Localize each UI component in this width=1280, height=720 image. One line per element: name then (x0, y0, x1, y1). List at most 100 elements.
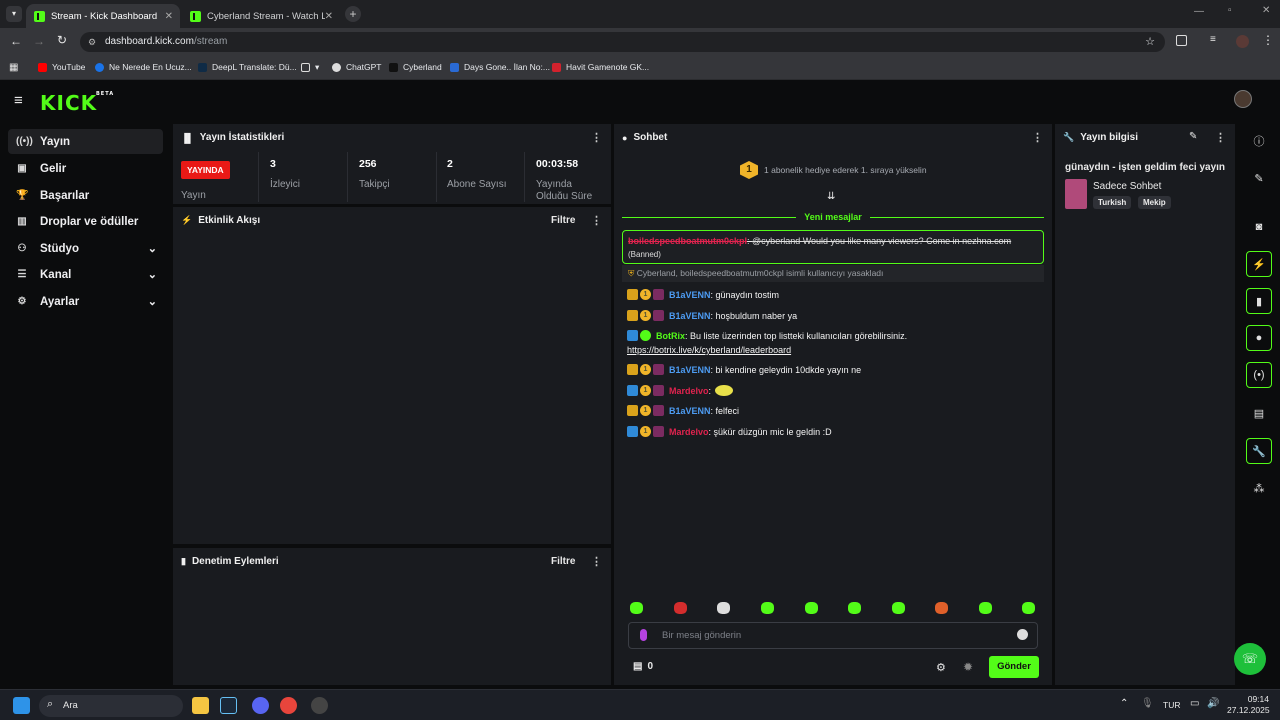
points-display[interactable]: ▤ 0 (633, 661, 653, 672)
emote-icon[interactable] (1022, 602, 1035, 614)
emote-icon[interactable] (979, 602, 992, 614)
menu-icon[interactable]: ⋮ (1262, 33, 1274, 47)
hamburger-menu-icon[interactable]: ≡ (14, 92, 23, 109)
wrench-icon[interactable]: 🔧 (1246, 438, 1272, 464)
category-thumbnail[interactable] (1065, 179, 1087, 209)
close-icon[interactable]: ✕ (165, 11, 173, 22)
stream-info-menu-icon[interactable]: ⋮ (1215, 131, 1226, 144)
media-icon[interactable]: ≡ (1210, 34, 1216, 45)
language-indicator[interactable]: TUR (1163, 700, 1180, 710)
bookmark-folder[interactable]: ▾ (301, 62, 319, 73)
back-icon[interactable]: ← (10, 34, 22, 48)
activity-title: ⚡ Etkinlik Akışı (181, 215, 261, 226)
tab-cyberland-stream[interactable]: Cyberland Stream - Watch Live ✕ (182, 4, 340, 28)
gift-banner[interactable]: 1 1 abonelik hediye ederek 1. sıraya yük… (740, 161, 927, 179)
url-field[interactable]: ⚙ dashboard.kick.com/stream ☆ (80, 32, 1165, 52)
maximize-icon[interactable]: ▫ (1228, 5, 1232, 16)
user-avatar[interactable] (1234, 90, 1252, 108)
bookmark-chatgpt[interactable]: ChatGPT (332, 62, 381, 72)
sub-icon (653, 426, 664, 437)
site-info-icon[interactable]: ⚙ (88, 32, 96, 52)
sidebar-item-yayin[interactable]: ((•)) Yayın (8, 129, 163, 154)
minimize-icon[interactable]: — (1194, 6, 1204, 17)
chat-mod-icon[interactable]: ✹ (963, 660, 973, 674)
windows-start-icon[interactable] (13, 697, 30, 714)
new-tab-button[interactable]: + (345, 6, 361, 22)
sidebar-item-gelir[interactable]: ▣ Gelir (8, 156, 163, 181)
sidebar-item-droplar[interactable]: ▥ Droplar ve ödüller (8, 209, 163, 234)
moderation-filter-button[interactable]: Filtre (551, 556, 575, 567)
emote-icon[interactable] (935, 602, 948, 614)
emoji-icon[interactable] (1017, 629, 1028, 640)
info-icon[interactable]: ⓘ (1246, 128, 1272, 154)
activity-menu-icon[interactable]: ⋮ (591, 214, 602, 227)
emote-icon[interactable] (717, 602, 730, 614)
emote-icon[interactable] (805, 602, 818, 614)
camera-icon[interactable]: ◙ (1246, 214, 1272, 240)
bookmark-days-gone[interactable]: Days Gone.. İlan No:... (450, 62, 550, 72)
bookmark-deepl[interactable]: DeepL Translate: Dü... (198, 62, 297, 72)
tab-search-button[interactable]: ▾ (6, 6, 22, 22)
apps-grid-icon[interactable]: ▦ (9, 62, 18, 73)
send-button[interactable]: Gönder (989, 656, 1039, 678)
moderation-icon[interactable]: ▤ (1246, 400, 1272, 426)
window-close-icon[interactable]: ✕ (1262, 5, 1270, 16)
tag-mekip[interactable]: Mekip (1138, 196, 1171, 209)
volume-icon[interactable]: 🔊 (1207, 698, 1219, 709)
tray-chevron-icon[interactable]: ⌃ (1120, 698, 1128, 709)
stats-menu-icon[interactable]: ⋮ (591, 131, 602, 144)
layout-icon[interactable]: ⁂ (1246, 475, 1272, 501)
emote-icon[interactable] (761, 602, 774, 614)
chat-input[interactable]: Bir mesaj gönderin (628, 622, 1038, 649)
microphone-icon[interactable] (640, 629, 647, 641)
kick-logo[interactable]: KICK BETA (40, 91, 113, 115)
bookmark-youtube[interactable]: YouTube (38, 62, 85, 72)
sidebar-item-kanal[interactable]: ☰ Kanal ⌄ (8, 262, 163, 287)
profile-avatar[interactable] (1236, 35, 1249, 48)
leaderboard-link[interactable]: https://botrix.live/k/cyberland/leaderbo… (627, 345, 791, 355)
file-explorer-icon[interactable] (192, 697, 209, 714)
mic-tray-icon[interactable]: 🎙 (1141, 698, 1154, 709)
help-chat-button[interactable]: ☏ (1234, 643, 1266, 675)
bookmark-star-icon[interactable]: ☆ (1145, 32, 1155, 52)
emote-icon[interactable] (674, 602, 687, 614)
sidebar-item-ayarlar[interactable]: ⚙ Ayarlar ⌄ (8, 289, 163, 314)
app-icon[interactable] (311, 697, 328, 714)
bookmark-ne-nerede[interactable]: Ne Nerede En Ucuz... (95, 62, 192, 72)
tag-turkish[interactable]: Turkish (1093, 196, 1132, 209)
forward-icon[interactable]: → (33, 34, 45, 48)
activity-filter-button[interactable]: Filtre (551, 215, 575, 226)
chat-icon[interactable]: ● (1246, 325, 1272, 351)
chat-menu-icon[interactable]: ⋮ (1032, 131, 1043, 144)
taskbar-search[interactable]: ⌕ Ara (39, 695, 183, 717)
bookmarks-bar: ▦ YouTube Ne Nerede En Ucuz... DeepL Tra… (0, 56, 1280, 80)
network-icon[interactable]: ▭ (1190, 698, 1199, 709)
bookmark-cyberland[interactable]: Cyberland (389, 62, 442, 72)
edit-icon[interactable]: ✎ (1189, 131, 1197, 142)
steam-icon[interactable] (220, 697, 237, 714)
sidebar-item-basarilar[interactable]: 🏆 Başarılar (8, 183, 163, 208)
stats-icon[interactable]: ▮ (1246, 288, 1272, 314)
crown-icon (627, 405, 638, 416)
bookmark-havit[interactable]: Havit Gamenote GK... (552, 62, 649, 72)
moderation-menu-icon[interactable]: ⋮ (591, 555, 602, 568)
chat-settings-icon[interactable]: ⚙ (936, 661, 946, 674)
scroll-down-icon[interactable]: ⇊ (827, 191, 835, 202)
discord-icon[interactable] (252, 697, 269, 714)
broadcast-icon[interactable]: (•) (1246, 362, 1272, 388)
lightning-icon[interactable]: ⚡ (1246, 251, 1272, 277)
tab-kick-dashboard[interactable]: Stream - Kick Dashboard ✕ (26, 4, 180, 28)
chrome-icon[interactable] (280, 697, 297, 714)
extensions-icon[interactable] (1176, 35, 1187, 46)
category-name[interactable]: Sadece Sohbet (1093, 181, 1161, 192)
chart-icon: ▐▌ (181, 132, 194, 143)
emote-icon[interactable] (630, 602, 643, 614)
emote-icon[interactable] (892, 602, 905, 614)
sidebar-item-studyo[interactable]: ⚇ Stüdyo ⌄ (8, 236, 163, 261)
moderation-panel: ▮ Denetim Eylemleri Filtre ⋮ (173, 548, 611, 685)
edit-icon[interactable]: ✎ (1246, 165, 1272, 191)
reload-icon[interactable]: ↻ (57, 33, 67, 47)
close-icon[interactable]: ✕ (325, 11, 333, 22)
clock[interactable]: 09:14 27.12.2025 (1227, 694, 1270, 716)
emote-icon[interactable] (848, 602, 861, 614)
